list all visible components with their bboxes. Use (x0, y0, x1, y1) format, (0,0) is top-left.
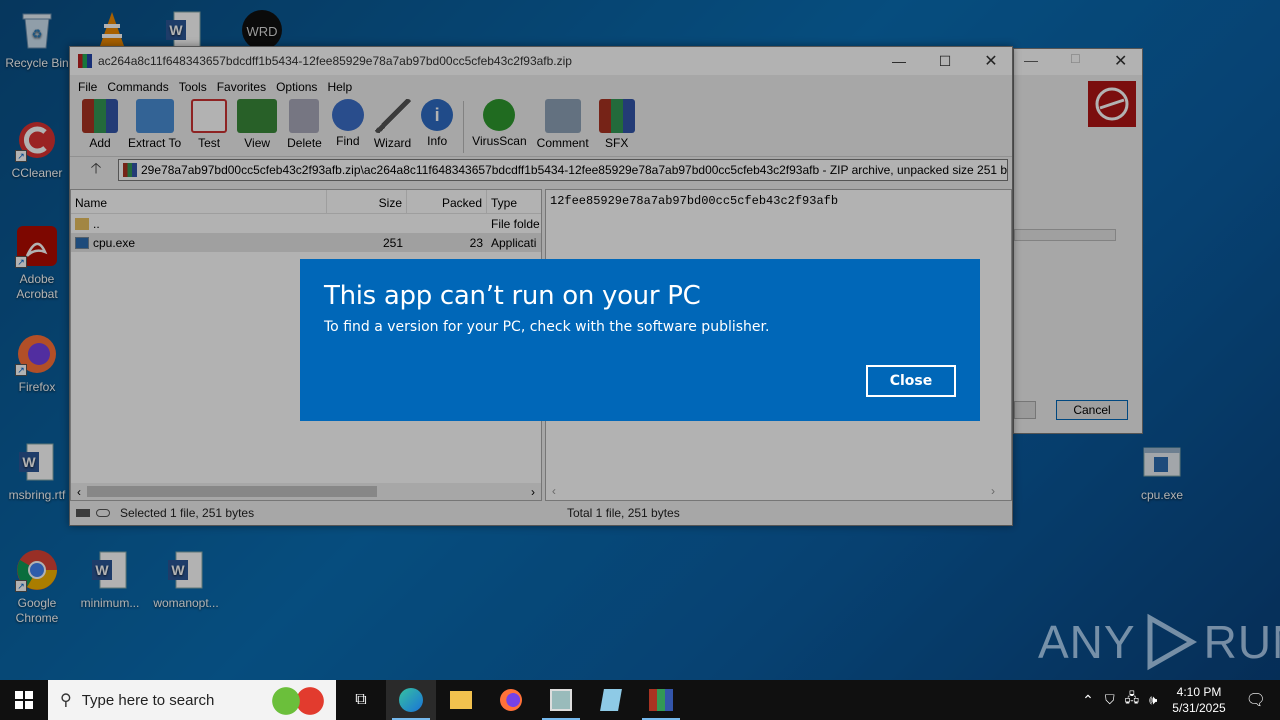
search-placeholder: Type here to search (81, 691, 215, 709)
chevron-up-icon[interactable]: ⌃ (1076, 692, 1100, 709)
search-box[interactable]: ⚲ Type here to search (48, 680, 336, 720)
taskbar-notepad[interactable] (586, 680, 636, 720)
taskbar-firefox[interactable] (486, 680, 536, 720)
taskbar-edge[interactable] (386, 680, 436, 720)
error-message: To find a version for your PC, check wit… (324, 319, 770, 335)
firefox-icon (500, 689, 522, 711)
anyrun-watermark: ANY RUN (1038, 612, 1280, 672)
volume-icon[interactable]: 🕪 (1144, 692, 1162, 708)
notification-icon[interactable]: 🗨 (1236, 690, 1280, 710)
system-tray: ⌃ ⛉ 🖧 🕪 4:10 PM 5/31/2025 🗨 (1076, 680, 1280, 720)
close-button[interactable]: Close (866, 365, 956, 397)
watermark-text-right: RUN (1203, 616, 1280, 668)
clock[interactable]: 4:10 PM 5/31/2025 (1162, 684, 1235, 716)
task-view-button[interactable]: ⧉ (336, 680, 386, 720)
start-button[interactable] (0, 680, 48, 720)
taskbar-winrar[interactable] (636, 680, 686, 720)
taskbar: ⚲ Type here to search ⧉ ⌃ ⛉ 🖧 🕪 4:10 PM … (0, 680, 1280, 720)
clock-date: 5/31/2025 (1172, 701, 1226, 715)
windows-logo-icon (15, 691, 33, 709)
play-logo-icon (1147, 613, 1197, 671)
parrots-icon (268, 684, 328, 718)
defender-icon[interactable]: ⛉ (1100, 692, 1120, 708)
search-icon: ⚲ (60, 692, 72, 709)
error-title: This app can’t run on your PC (324, 281, 701, 311)
installer-icon (550, 689, 572, 711)
folder-icon (450, 691, 472, 709)
network-icon[interactable]: 🖧 (1120, 689, 1145, 711)
notepad-icon (600, 689, 622, 711)
winrar-icon (649, 689, 673, 711)
taskbar-installer[interactable] (536, 680, 586, 720)
task-view-icon: ⧉ (355, 691, 367, 708)
error-dialog: This app can’t run on your PC To find a … (300, 259, 980, 421)
taskbar-file-explorer[interactable] (436, 680, 486, 720)
clock-time: 4:10 PM (1176, 685, 1222, 699)
edge-icon (399, 688, 423, 712)
watermark-text-left: ANY (1038, 616, 1136, 668)
